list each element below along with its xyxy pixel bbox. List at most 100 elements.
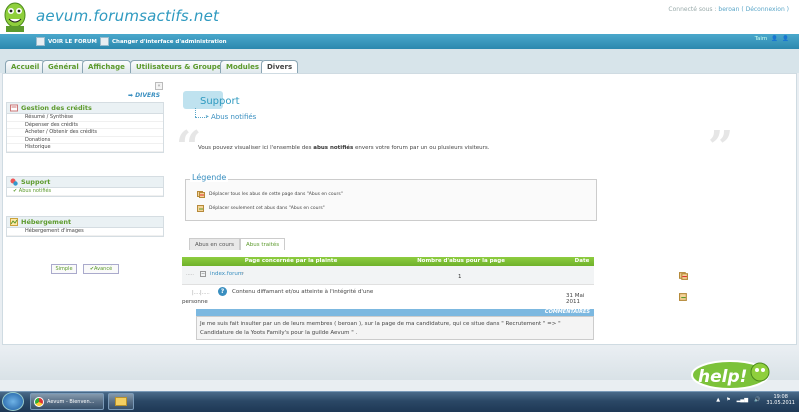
mode-advanced-button[interactable]: ✔Avancé (83, 264, 119, 274)
legend-box (185, 179, 597, 221)
subtab-abus-traites[interactable]: Abus traités (240, 238, 286, 250)
col-action: Action (658, 258, 678, 264)
connected-status: Connecté sous : beroan ( Déconnexion ) (668, 6, 789, 13)
site-title[interactable]: aevum.forumsactifs.net (36, 7, 219, 25)
table-row-abuse: |....|..... ? Contenu diffamant et/ou at… (182, 285, 687, 307)
move-one-action-icon[interactable] (679, 293, 688, 301)
admin-toolbar: VOIR LE FORUM Changer d'interface d'admi… (0, 34, 799, 49)
start-button[interactable] (2, 392, 24, 411)
legend-title: Légende (190, 173, 229, 182)
intro-text-after: envers votre forum par un ou plusieurs v… (353, 145, 490, 151)
col-count: Nombre d'abus pour la page (417, 258, 505, 264)
forum-icon (36, 37, 45, 46)
tab-affichage[interactable]: Affichage (82, 60, 131, 73)
tab-modules[interactable]: Modules (220, 60, 266, 73)
comments-body: Je me suis fait insulter par un de leurs… (196, 316, 594, 340)
subtab-abus-en-cours[interactable]: Abus en cours (189, 238, 240, 250)
sidebar-item-label: Abus notifiés (18, 188, 52, 194)
clock[interactable]: 19:08 31.05.2011 (766, 394, 795, 406)
tree-dots: ..... (186, 271, 194, 277)
sidebar-box-header: Hébergement (7, 217, 163, 228)
taskbar-button-label: Aevum - Bienven... (47, 398, 95, 405)
sidebar-box-title: Gestion des crédits (21, 104, 92, 112)
external-link-icon[interactable]: ↗ (240, 271, 244, 277)
col-date: Date (574, 258, 590, 264)
chrome-icon (34, 396, 44, 407)
col-page: Page concernée par la plainte (244, 258, 338, 264)
sidebar-box-header: Gestion des crédits (7, 103, 163, 114)
tab-utilisateurs-groupes[interactable]: Utilisateurs & Groupes (130, 60, 232, 73)
user-icon[interactable]: 👤 (771, 36, 778, 42)
table-row-page: ..... − index.forum ↗ 1 (182, 266, 688, 285)
move-all-action-icon[interactable] (679, 272, 688, 280)
interface-icon (100, 37, 109, 46)
tray-arrow-icon[interactable]: ▲ (716, 397, 720, 403)
taskbar-browser-button[interactable]: Aevum - Bienven... (30, 393, 104, 410)
abuse-date: 31 Mai 2011 (566, 293, 585, 305)
sidebar-item-resume[interactable]: Résumé / Synthèse (7, 114, 163, 122)
tab-divers[interactable]: Divers (261, 60, 299, 74)
subtitle-connector (195, 108, 196, 117)
comments-header: COMMENTAIRES (196, 309, 594, 316)
sidebar-box-header: Support (7, 177, 163, 188)
sidebar-item-hebergement-images[interactable]: Hébergement d'images (7, 228, 163, 236)
folder-icon (115, 397, 127, 406)
tab-accueil[interactable]: Accueil (5, 60, 46, 73)
system-tray: ▲ ⚑ ▂▄▆ 🔊 19:08 31.05.2011 (716, 394, 795, 406)
abuse-reason-line1: Contenu diffamant et/ou atteinte à l'int… (232, 289, 374, 295)
main-tabs: Accueil Général Affichage Utilisateurs &… (0, 49, 799, 74)
sidebar-box-credits: Gestion des crédits Résumé / Synthèse Dé… (6, 102, 164, 153)
tab-general[interactable]: Général (42, 60, 85, 73)
sidebar-item-historique[interactable]: Historique (7, 144, 163, 152)
view-forum-button[interactable]: VOIR LE FORUM (36, 37, 97, 46)
help-logo-text: help! (698, 367, 747, 387)
sidebar-box-title: Support (21, 178, 51, 186)
change-interface-button[interactable]: Changer d'interface d'administration (100, 37, 227, 46)
legend-item-label: Déplacer seulement cet abus dans "Abus e… (209, 206, 325, 211)
arrow-icon: ➤ (205, 114, 210, 120)
sidebar-section-label: ➡ DIVERS (128, 92, 161, 99)
clock-date: 31.05.2011 (766, 400, 795, 406)
tree-dots: |....|..... (192, 290, 210, 296)
sidebar-item-abus-notifies[interactable]: ✔ Abus notifiés (7, 188, 163, 196)
sidebar-collapse-button[interactable]: « (155, 82, 163, 90)
sidebar-box-title: Hébergement (21, 218, 72, 226)
checkmark-icon: ✔ (13, 188, 18, 194)
flag-icon[interactable]: ⚑ (726, 397, 730, 403)
toolbar-right: Taim 👤 👤 (755, 36, 789, 42)
sidebar-item-donations[interactable]: Donations (7, 137, 163, 144)
move-all-icon (197, 191, 205, 198)
network-icon[interactable]: ▂▄▆ (737, 397, 749, 403)
intro-text: Vous pouvez visualiser ici l'ensemble de… (198, 145, 490, 151)
legend-item-move-one: Déplacer seulement cet abus dans "Abus e… (197, 205, 325, 212)
sidebar-item-acheter[interactable]: Acheter / Obtenir des crédits (7, 129, 163, 137)
mascot-logo-icon (4, 2, 26, 32)
header: aevum.forumsactifs.net Connecté sous : b… (0, 0, 799, 34)
view-forum-label: VOIR LE FORUM (48, 38, 97, 45)
footer-band (0, 348, 799, 380)
users-icon[interactable]: 👤 (782, 36, 789, 42)
abuse-reason-line2: personne (182, 299, 208, 305)
comment-line1: Je me suis fait insulter par un de leurs… (200, 321, 561, 327)
volume-icon[interactable]: 🔊 (754, 397, 760, 403)
collapse-toggle-icon[interactable]: − (200, 271, 206, 277)
mode-simple-button[interactable]: Simple (51, 264, 77, 274)
abuse-table-header: Page concernée par la plainte Nombre d'a… (182, 257, 678, 266)
connected-user-link[interactable]: beroan (718, 6, 739, 13)
abuse-count: 1 (458, 274, 462, 280)
comment-line2: Candidature de la Yoots Family's pour la… (200, 330, 358, 336)
support-icon (10, 178, 18, 186)
toolbar-right-text: Taim (754, 36, 768, 42)
help-logo[interactable]: help! (690, 358, 772, 392)
sidebar-box-support: Support ✔ Abus notifiés (6, 176, 164, 197)
info-icon[interactable]: ? (218, 287, 227, 296)
connected-prefix: Connecté sous : (668, 6, 717, 13)
move-one-icon (197, 205, 204, 212)
page-link[interactable]: index.forum (210, 271, 243, 277)
hosting-icon (10, 218, 18, 226)
intro-text-before: Vous pouvez visualiser ici l'ensemble de… (198, 145, 314, 151)
taskbar-explorer-button[interactable] (108, 393, 134, 410)
sidebar-item-depenser[interactable]: Dépenser des crédits (7, 122, 163, 129)
logout-link[interactable]: ( Déconnexion ) (741, 6, 789, 13)
mode-advanced-label: Avancé (94, 266, 113, 272)
